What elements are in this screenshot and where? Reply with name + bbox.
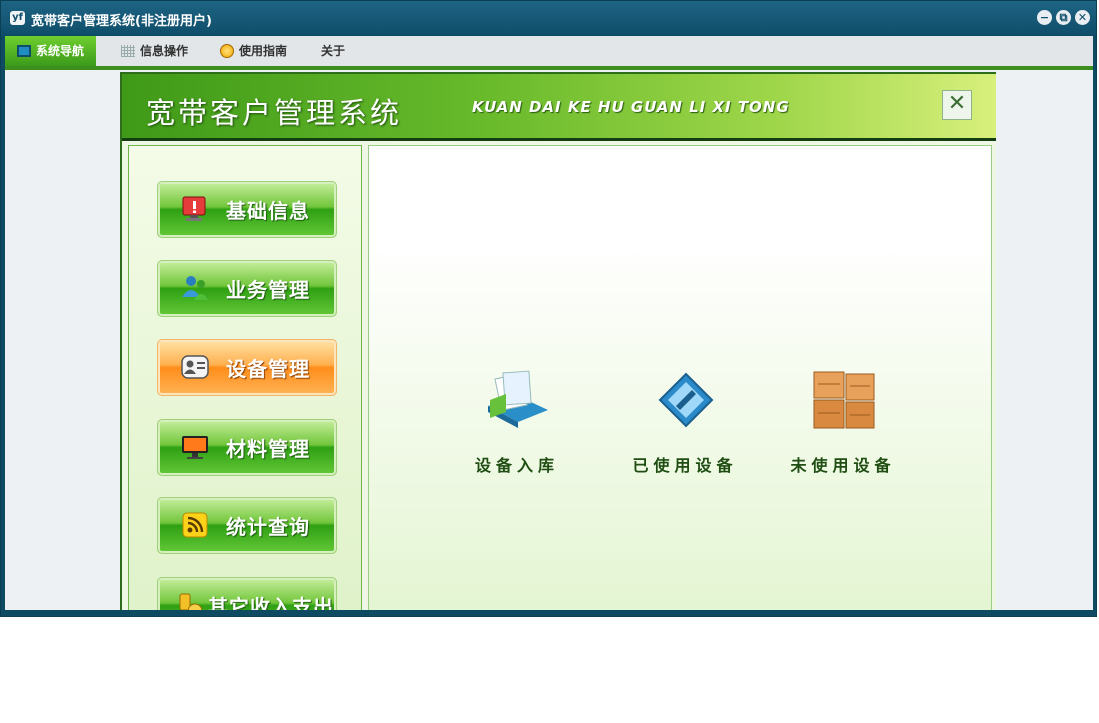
sidebar-item-device[interactable]: 设备管理	[157, 339, 337, 396]
sidebar-item-label: 设备管理	[226, 357, 310, 381]
menu-item-label: 信息操作	[140, 44, 189, 58]
restore-button[interactable]: ⧉	[1056, 10, 1071, 25]
content-area: 设备入库 已使用设备 未使用设备	[368, 145, 992, 610]
used-device-icon	[658, 372, 714, 428]
close-panel-button[interactable]: ✕	[942, 90, 972, 120]
display-icon	[182, 436, 208, 459]
menu-item-info-ops[interactable]: 信息操作	[121, 36, 188, 66]
tile-unused-devices[interactable]: 未使用设备	[783, 366, 903, 475]
system-title: 宽带客户管理系统	[146, 96, 403, 130]
tile-used-devices[interactable]: 已使用设备	[625, 366, 745, 475]
tile-label: 已使用设备	[632, 456, 738, 475]
app-logo-icon: yf	[10, 11, 25, 25]
warehouse-in-icon	[488, 370, 548, 428]
system-title-pinyin: KUAN DAI KE HU GUAN LI XI TONG	[472, 98, 790, 116]
window-controls: − ⧉ ✕	[1037, 10, 1090, 25]
sidebar-item-label: 其它收入支出	[208, 595, 334, 610]
minimize-button[interactable]: −	[1037, 10, 1052, 25]
users-icon	[182, 276, 208, 300]
sidebar-item-label: 统计查询	[226, 515, 310, 539]
close-window-button[interactable]: ✕	[1075, 10, 1090, 25]
grid-icon	[121, 45, 135, 57]
coins-icon	[179, 593, 203, 610]
sidebar-item-label: 基础信息	[226, 199, 310, 223]
panel-body: 基础信息 业务管理 设备管理 材料管理 统计查询 其它收入支出 设备入库 已使用…	[122, 141, 996, 610]
contact-card-icon	[181, 355, 209, 379]
sidebar: 基础信息 业务管理 设备管理 材料管理 统计查询 其它收入支出	[128, 145, 362, 610]
menu-item-label: 系统导航	[36, 44, 85, 58]
sidebar-item-basic-info[interactable]: 基础信息	[157, 181, 337, 238]
sidebar-item-other-income[interactable]: 其它收入支出	[157, 577, 337, 610]
client-area: 宽带客户管理系统 KUAN DAI KE HU GUAN LI XI TONG …	[5, 70, 1093, 610]
rss-icon	[182, 512, 208, 538]
sidebar-item-label: 材料管理	[226, 437, 310, 461]
system-header: 宽带客户管理系统 KUAN DAI KE HU GUAN LI XI TONG …	[122, 74, 996, 138]
sidebar-item-label: 业务管理	[226, 278, 310, 302]
menu-item-system-nav[interactable]: 系统导航	[5, 36, 97, 66]
window-title: 宽带客户管理系统(非注册用户)	[31, 14, 212, 29]
tile-label: 设备入库	[474, 456, 559, 475]
menu-item-label: 使用指南	[239, 44, 288, 58]
menu-item-user-guide[interactable]: 使用指南	[220, 36, 287, 66]
alert-monitor-icon	[182, 196, 206, 221]
menu-item-label: 关于	[321, 44, 346, 58]
tile-device-stock-in[interactable]: 设备入库	[457, 366, 577, 475]
main-panel: 宽带客户管理系统 KUAN DAI KE HU GUAN LI XI TONG …	[120, 72, 996, 610]
sidebar-item-statistics[interactable]: 统计查询	[157, 497, 337, 554]
bulb-icon	[220, 44, 234, 58]
sidebar-item-business[interactable]: 业务管理	[157, 260, 337, 317]
monitor-icon	[17, 45, 31, 57]
tile-label: 未使用设备	[790, 456, 896, 475]
menu-item-about[interactable]: 关于	[321, 36, 345, 66]
title-bar[interactable]: yf 宽带客户管理系统(非注册用户) − ⧉ ✕	[1, 1, 1096, 35]
boxes-icon	[813, 371, 875, 429]
app-window: yf 宽带客户管理系统(非注册用户) − ⧉ ✕ 系统导航 信息操作 使用指南 …	[0, 0, 1097, 617]
menu-bar: 系统导航 信息操作 使用指南 关于	[5, 36, 1093, 66]
sidebar-item-materials[interactable]: 材料管理	[157, 419, 337, 476]
